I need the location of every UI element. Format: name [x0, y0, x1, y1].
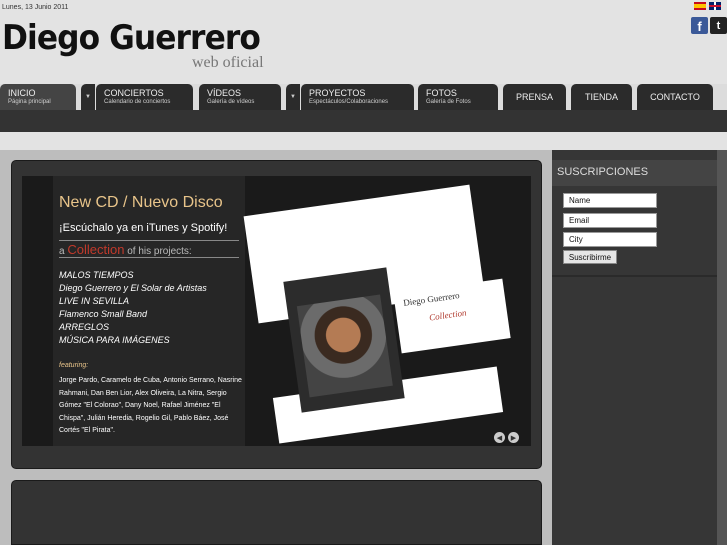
album-cover [283, 267, 405, 413]
project-item: MÚSICA PARA IMÁGENES [59, 335, 170, 345]
nav-subtitle: Página principal [8, 99, 51, 105]
nav-title: CONCIERTOS [104, 88, 164, 98]
sidebar-divider [552, 275, 727, 277]
city-field[interactable]: City [563, 232, 657, 247]
project-item: MALOS TIEMPOS [59, 270, 134, 280]
collection-word: Collection [67, 242, 125, 257]
name-field[interactable]: Name [563, 193, 657, 208]
nav-title: PRENSA [515, 92, 553, 102]
nav-item-conciertos[interactable]: CONCIERTOS Calendario de conciertos [96, 84, 193, 110]
secondary-panel [11, 480, 542, 545]
promo-subtitle: ¡Escúchalo ya en iTunes y Spotify! [59, 222, 228, 234]
nav-subtitle: Calendario de conciertos [104, 99, 171, 105]
dropdown-arrow-icon[interactable]: ▼ [81, 84, 95, 110]
current-date: Lunes, 13 Junio 2011 [2, 4, 69, 11]
promo-slider: New CD / Nuevo Disco ¡Escúchalo ya en iT… [22, 176, 531, 446]
social-links: f t [691, 17, 727, 34]
scrollbar[interactable] [717, 150, 727, 545]
nav-title: TIENDA [584, 92, 618, 102]
promo-title: New CD / Nuevo Disco [59, 194, 223, 211]
project-item: ARREGLOS [59, 322, 110, 332]
nav-subtitle: Galería de vídeos [207, 99, 255, 105]
nav-item-contacto[interactable]: CONTACTO [637, 84, 713, 110]
language-flags [694, 2, 721, 10]
nav-item-proyectos[interactable]: PROYECTOS Espectáculos/Colaboraciones [301, 84, 414, 110]
prev-arrow-icon[interactable]: ◀ [494, 432, 505, 443]
featuring-label: featuring: [59, 362, 89, 369]
nav-title: PROYECTOS [309, 88, 366, 98]
nav-item-prensa[interactable]: PRENSA [503, 84, 566, 110]
subscribe-button[interactable]: Suscribirme [563, 250, 617, 264]
divider [59, 240, 239, 241]
flag-es-icon[interactable] [694, 2, 706, 10]
project-list: MALOS TIEMPOS Diego Guerrero y El Solar … [59, 269, 207, 347]
collection-prefix: a [59, 246, 65, 257]
collection-heading: a Collection of his projects: [59, 242, 192, 257]
sidebar [552, 150, 727, 545]
site-subtitle: web oficial [192, 54, 264, 71]
nav-item-tienda[interactable]: TIENDA [571, 84, 632, 110]
project-item: Diego Guerrero y El Solar de Artistas [59, 283, 207, 293]
facebook-icon[interactable]: f [691, 17, 708, 34]
artist-photo [296, 294, 393, 398]
album-art: Diego Guerrero Collection ◀ ▶ [243, 176, 531, 446]
nav-item-inicio[interactable]: INICIO Página principal [0, 84, 76, 110]
collection-suffix: of his projects: [127, 246, 192, 257]
subscriptions-title: SUSCRIPCIONES [552, 160, 727, 186]
nav-subtitle: Espectáculos/Colaboraciones [309, 99, 389, 105]
project-item: LIVE IN SEVILLA [59, 296, 130, 306]
nav-title: FOTOS [426, 88, 457, 98]
nav-subtitle: Galería de Fotos [426, 99, 471, 105]
twitter-icon[interactable]: t [710, 17, 727, 34]
nav-title: VÍDEOS [207, 88, 242, 98]
nav-title: INICIO [8, 88, 36, 98]
nav-item-fotos[interactable]: FOTOS Galería de Fotos [418, 84, 498, 110]
nav-title: CONTACTO [650, 92, 700, 102]
promo-info: New CD / Nuevo Disco ¡Escúchalo ya en iT… [53, 176, 245, 446]
project-item: Flamenco Small Band [59, 309, 148, 319]
divider [59, 257, 239, 258]
flag-uk-icon[interactable] [709, 2, 721, 10]
email-field[interactable]: Email [563, 213, 657, 228]
nav-item-videos[interactable]: VÍDEOS Galería de vídeos [199, 84, 281, 110]
featuring-list: Jorge Pardo, Caramelo de Cuba, Antonio S… [59, 377, 242, 434]
next-arrow-icon[interactable]: ▶ [508, 432, 519, 443]
dropdown-arrow-icon[interactable]: ▼ [286, 84, 300, 110]
site-logo[interactable]: Diego Guerrero [2, 18, 261, 58]
